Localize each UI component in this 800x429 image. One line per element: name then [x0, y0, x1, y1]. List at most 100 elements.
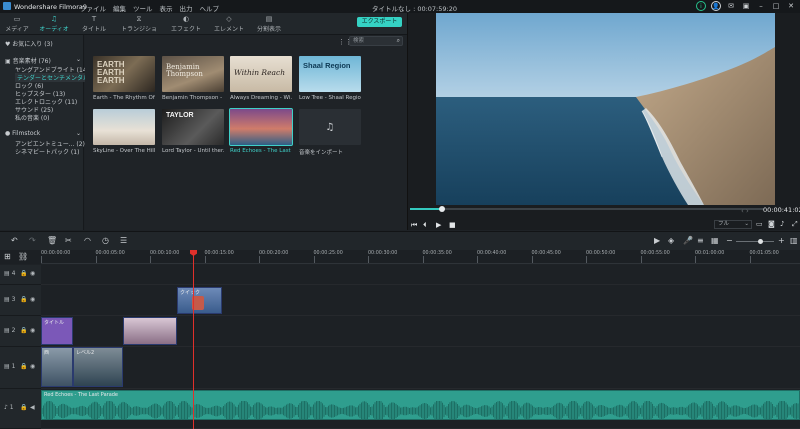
link-icon[interactable]: ⛓ — [18, 252, 28, 261]
zoom-handle[interactable] — [758, 239, 763, 244]
track-lane-video-1[interactable]: 西 レベル2 — [41, 347, 800, 389]
preview-video[interactable] — [436, 13, 775, 205]
mixer-icon[interactable]: ≡ — [697, 236, 704, 245]
skip-back-icon[interactable]: ⏮ — [411, 221, 417, 230]
shield-icon[interactable]: ◈ — [668, 236, 674, 245]
menu-edit[interactable]: 編集 — [113, 3, 126, 13]
render-icon[interactable]: ▶ — [654, 236, 660, 245]
eye-icon[interactable]: ◉ — [30, 296, 35, 303]
lock-icon[interactable]: 🔒 — [20, 363, 27, 370]
title-clip[interactable]: タイトル — [41, 317, 73, 345]
frame-nav-icon[interactable]: ‹ › — [741, 207, 749, 215]
fullscreen-icon[interactable]: ⤢ — [792, 220, 798, 229]
menu-file[interactable]: ファイル — [80, 3, 106, 13]
info-icon[interactable]: i — [696, 1, 706, 11]
sidebar-filmstock[interactable]: ● Filmstock ⌄ — [5, 130, 81, 137]
export-button[interactable]: エクスポート — [357, 17, 402, 27]
tab-media[interactable]: ▭ メディア — [0, 15, 37, 33]
eye-icon[interactable]: ◉ — [30, 363, 35, 370]
library-item-skyline[interactable]: SkyLine - Over The Hills — [93, 109, 155, 154]
scrubber-handle[interactable] — [438, 206, 445, 212]
duration-icon[interactable]: ◷ — [102, 236, 109, 245]
speaker-icon[interactable]: ◀ — [30, 404, 35, 411]
adjust-icon[interactable]: ☰ — [120, 236, 127, 245]
track-lane-video-4[interactable] — [41, 265, 800, 285]
tab-effects[interactable]: ◐ エフェクト — [166, 15, 206, 33]
minimize-icon[interactable]: – — [756, 1, 766, 11]
playhead[interactable] — [190, 250, 197, 429]
add-track-icon[interactable]: ⊞ — [4, 252, 11, 261]
chevron-down-icon: ⌄ — [76, 130, 82, 137]
library-item-lord-taylor[interactable]: TAYLOR Lord Taylor - Until ther... — [162, 109, 224, 154]
sidebar-item-my-music[interactable]: 私の音楽 (0) — [15, 113, 49, 122]
timeline-ruler[interactable]: 00:00:00:00 00:00:05:00 00:00:10:00 00:0… — [41, 250, 800, 264]
redo-icon[interactable]: ↷ — [29, 236, 36, 245]
timeline-clip[interactable] — [123, 317, 177, 345]
snapshot-icon[interactable]: ◙ — [768, 220, 775, 228]
elements-icon: ◇ — [226, 15, 232, 23]
save-icon[interactable]: ▣ — [741, 1, 751, 11]
menu-export[interactable]: 出力 — [180, 3, 193, 13]
preview-scrubber[interactable] — [410, 206, 764, 212]
track-manager-icon[interactable]: ▥ — [790, 236, 798, 245]
timeline-clip[interactable]: 西 — [41, 347, 73, 387]
library-item-earth[interactable]: EARTH EARTH EARTH Earth - The Rhythm Of.… — [93, 56, 155, 101]
audio-library: ⋮⋮ 検索 ⌕ EARTH EARTH EARTH Earth - The Rhy… — [85, 35, 407, 230]
screen-icon[interactable]: ▭ — [756, 220, 763, 228]
voiceover-icon[interactable]: ▦ — [711, 236, 719, 245]
lock-icon[interactable]: 🔒 — [20, 327, 27, 334]
volume-icon[interactable]: ♪ — [780, 220, 784, 228]
lock-icon[interactable]: 🔒 — [20, 296, 27, 303]
speed-icon[interactable]: ◠ — [84, 236, 91, 245]
zoom-slider[interactable] — [736, 239, 774, 244]
sidebar-favorites[interactable]: ♥ お気に入り (3) — [5, 39, 53, 48]
cut-icon[interactable]: ✂ — [65, 236, 72, 245]
lock-icon[interactable]: 🔒 — [20, 270, 27, 277]
library-item-low-tree[interactable]: Shaal Region Low Tree - Shaal Region — [299, 56, 361, 101]
search-input[interactable]: 検索 ⌕ — [349, 36, 403, 46]
sidebar-item-cinema-beat[interactable]: シネマビートパック (1) — [15, 147, 79, 156]
eye-icon[interactable]: ◉ — [30, 327, 35, 334]
import-music-button[interactable]: ♫ 音楽をインポート — [299, 109, 361, 156]
tab-split-screen[interactable]: ▤ 分割表示 — [249, 15, 289, 33]
mail-icon[interactable]: ✉ — [726, 1, 736, 11]
text-icon: T — [91, 15, 97, 23]
quality-select[interactable]: フル ⌄ — [714, 220, 752, 229]
library-item-benjamin[interactable]: Benjamin Thompson Benjamin Thompson - ..… — [162, 56, 224, 101]
track-lane-video-3[interactable]: クイック — [41, 285, 800, 316]
video-frame — [436, 13, 775, 205]
track-lane-video-2[interactable]: タイトル — [41, 316, 800, 347]
menu-view[interactable]: 表示 — [160, 3, 173, 13]
sidebar-music-library[interactable]: ▣ 音楽素材 (76) ⌄ — [5, 56, 81, 65]
timeline-clip[interactable]: クイック — [177, 287, 222, 314]
tab-elements[interactable]: ◇ エレメント — [209, 15, 249, 33]
maximize-icon[interactable]: □ — [771, 1, 781, 11]
music-folder-icon: ▣ — [5, 58, 13, 65]
play-icon[interactable]: ▶ — [436, 221, 441, 229]
menu-tools[interactable]: ツール — [133, 3, 153, 13]
video-track-icon: ▤ 4 — [4, 270, 16, 277]
library-item-red-echoes[interactable]: Red Echoes - The Last ... — [229, 108, 293, 154]
track-lane-audio-1[interactable]: Red Echoes - The Last Parade — [41, 389, 800, 429]
zoom-out-icon[interactable]: − — [726, 236, 733, 245]
lock-icon[interactable]: 🔒 — [20, 404, 27, 411]
undo-icon[interactable]: ↶ — [11, 236, 18, 245]
tab-audio[interactable]: ♫ オーディオ — [34, 15, 74, 36]
delete-icon[interactable]: 🗑 — [47, 236, 57, 245]
menu-help[interactable]: ヘルプ — [200, 3, 220, 13]
microphone-icon[interactable]: 🎤 — [683, 236, 693, 245]
library-item-always-dreaming[interactable]: Within Reach Always Dreaming - Wi... — [230, 56, 292, 101]
zoom-in-icon[interactable]: + — [778, 236, 785, 245]
close-icon[interactable]: ✕ — [786, 1, 796, 11]
play-reverse-icon[interactable]: ⏴ — [423, 221, 427, 230]
scrubber-progress — [410, 208, 442, 210]
timeline-clip[interactable]: レベル2 — [73, 347, 123, 387]
account-icon[interactable]: 👤 — [711, 1, 721, 11]
audio-clip[interactable]: Red Echoes - The Last Parade — [41, 390, 800, 420]
grid-view-icon[interactable]: ⋮⋮ — [338, 38, 352, 46]
menu-bar: ファイル 編集 ツール 表示 出力 ヘルプ — [80, 3, 219, 13]
eye-icon[interactable]: ◉ — [30, 270, 35, 277]
stop-icon[interactable]: ■ — [449, 221, 456, 229]
track-header-video-1: ▤ 1 🔒 ◉ — [0, 347, 41, 389]
tab-titles[interactable]: T タイトル — [74, 15, 114, 33]
